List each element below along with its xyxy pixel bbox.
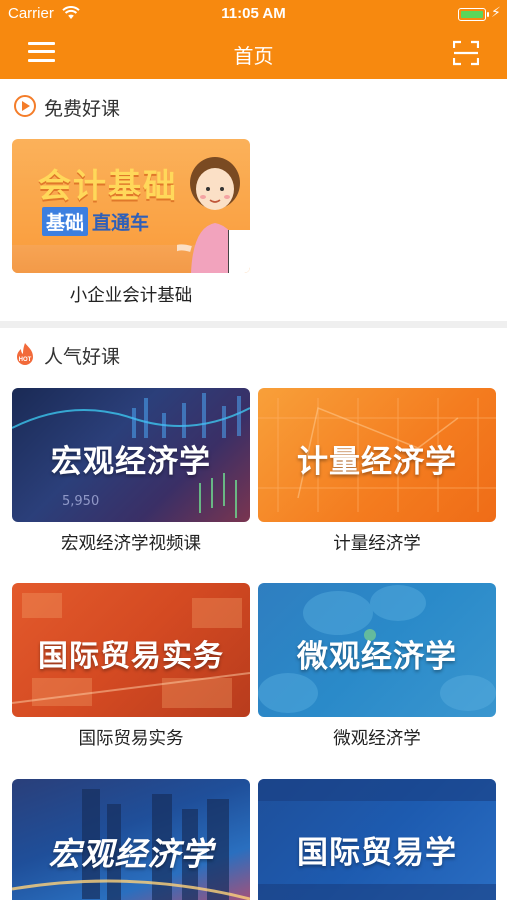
app-screen: Carrier 11:05 AM ⚡ 首页 免费好课 会计基础 基础 直通车 小… — [0, 0, 507, 900]
play-icon — [14, 95, 36, 117]
course-caption: 小企业会计基础 — [69, 286, 193, 306]
course-caption: 宏观经济学视频课 — [61, 534, 201, 554]
thumbnail-title: 计量经济学 — [297, 444, 457, 480]
thumbnail-title: 会计基础 — [38, 166, 178, 205]
nav-bar: 首页 — [0, 28, 507, 79]
course-caption: 计量经济学 — [333, 534, 421, 554]
hot-icon: HOT — [17, 343, 33, 365]
thumbnail-title: 宏观经济学 — [51, 444, 211, 480]
thumbnail-title: 国际贸易学 — [297, 835, 457, 871]
battery-icon — [458, 8, 489, 21]
course-caption: 国际贸易实务 — [78, 729, 184, 749]
course-thumbnail: 宏观经济学 — [12, 779, 250, 900]
section-divider — [0, 321, 507, 328]
page-title: 首页 — [233, 44, 274, 68]
clock: 11:05 AM — [221, 5, 286, 22]
thumbnail-title: 微观经济学 — [297, 639, 457, 675]
course-thumbnail: 国际贸易学 — [258, 779, 496, 900]
status-bar: Carrier 11:05 AM ⚡ — [0, 0, 507, 28]
whiteboard-edge — [228, 230, 250, 273]
charging-bolt-icon: ⚡ — [491, 5, 501, 21]
course-thumbnail: 国际贸易实务 — [12, 583, 250, 717]
course-caption: 微观经济学 — [333, 729, 421, 749]
ticker-number: 5,950 — [62, 494, 100, 509]
course-thumbnail: 会计基础 基础 直通车 — [12, 139, 250, 273]
thumbnail-title: 宏观经济学 — [48, 835, 214, 873]
course-thumbnail: 计量经济学 — [258, 388, 496, 522]
scan-icon[interactable] — [453, 40, 479, 66]
popular-section-title: 人气好课 — [44, 346, 121, 368]
thumbnail-tag: 基础 — [42, 207, 89, 236]
top-bar: Carrier 11:05 AM ⚡ 首页 — [0, 0, 507, 79]
free-section-title: 免费好课 — [44, 98, 121, 120]
course-thumbnail: 宏观经济学 5,950 — [12, 388, 250, 522]
thumbnail-title: 国际贸易实务 — [38, 639, 224, 674]
course-thumbnail: 微观经济学 — [258, 583, 496, 717]
svg-text:HOT: HOT — [19, 357, 32, 363]
thumbnail-tag-suffix: 直通车 — [92, 212, 150, 234]
